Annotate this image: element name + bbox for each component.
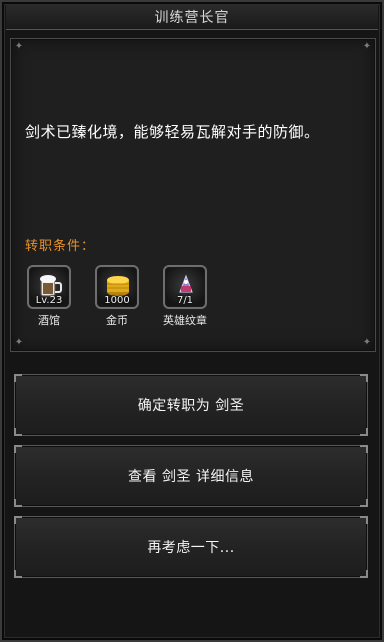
conditions-label: 转职条件： [25, 239, 96, 254]
requirement-slot[interactable]: 7/1 [163, 265, 207, 309]
requirement-value: 7/1 [176, 295, 194, 306]
corner-ornament-icon: ✦ [362, 41, 372, 52]
requirement-tavern[interactable]: Lv.23 酒馆 [21, 265, 77, 328]
requirement-hero-emblem[interactable]: 7/1 英雄纹章 [157, 265, 213, 328]
job-change-dialog: 训练营长官 ✦ ✦ ✦ ✦ 剑术已臻化境，能够轻易瓦解对手的防御。 转职条件： … [0, 0, 384, 642]
confirm-button-label: 确定转职为 剑圣 [137, 398, 245, 414]
details-button-label: 查看 剑圣 详细信息 [128, 469, 254, 485]
confirm-job-change-button[interactable]: 确定转职为 剑圣 [14, 374, 368, 436]
requirement-name: 英雄纹章 [163, 314, 207, 327]
class-description: 剑术已臻化境，能够轻易瓦解对手的防御。 [25, 123, 320, 141]
corner-ornament-icon: ✦ [362, 337, 372, 348]
requirement-name: 酒馆 [38, 314, 60, 327]
requirement-slot[interactable]: Lv.23 [27, 265, 71, 309]
reconsider-button[interactable]: 再考虑一下... [14, 516, 368, 578]
requirement-name: 金币 [106, 314, 128, 327]
requirement-gold[interactable]: 1000 金币 [89, 265, 145, 328]
requirement-value: Lv.23 [35, 295, 63, 306]
view-details-button[interactable]: 查看 剑圣 详细信息 [14, 445, 368, 507]
title-bar: 训练营长官 [6, 5, 378, 30]
dialog-title: 训练营长官 [154, 10, 230, 26]
reconsider-button-label: 再考虑一下... [147, 540, 235, 556]
requirement-value: 1000 [104, 295, 130, 306]
corner-ornament-icon: ✦ [14, 41, 24, 52]
corner-ornament-icon: ✦ [14, 337, 24, 348]
requirement-slot[interactable]: 1000 [95, 265, 139, 309]
info-panel: ✦ ✦ ✦ ✦ 剑术已臻化境，能够轻易瓦解对手的防御。 转职条件： Lv.23 … [10, 38, 376, 352]
